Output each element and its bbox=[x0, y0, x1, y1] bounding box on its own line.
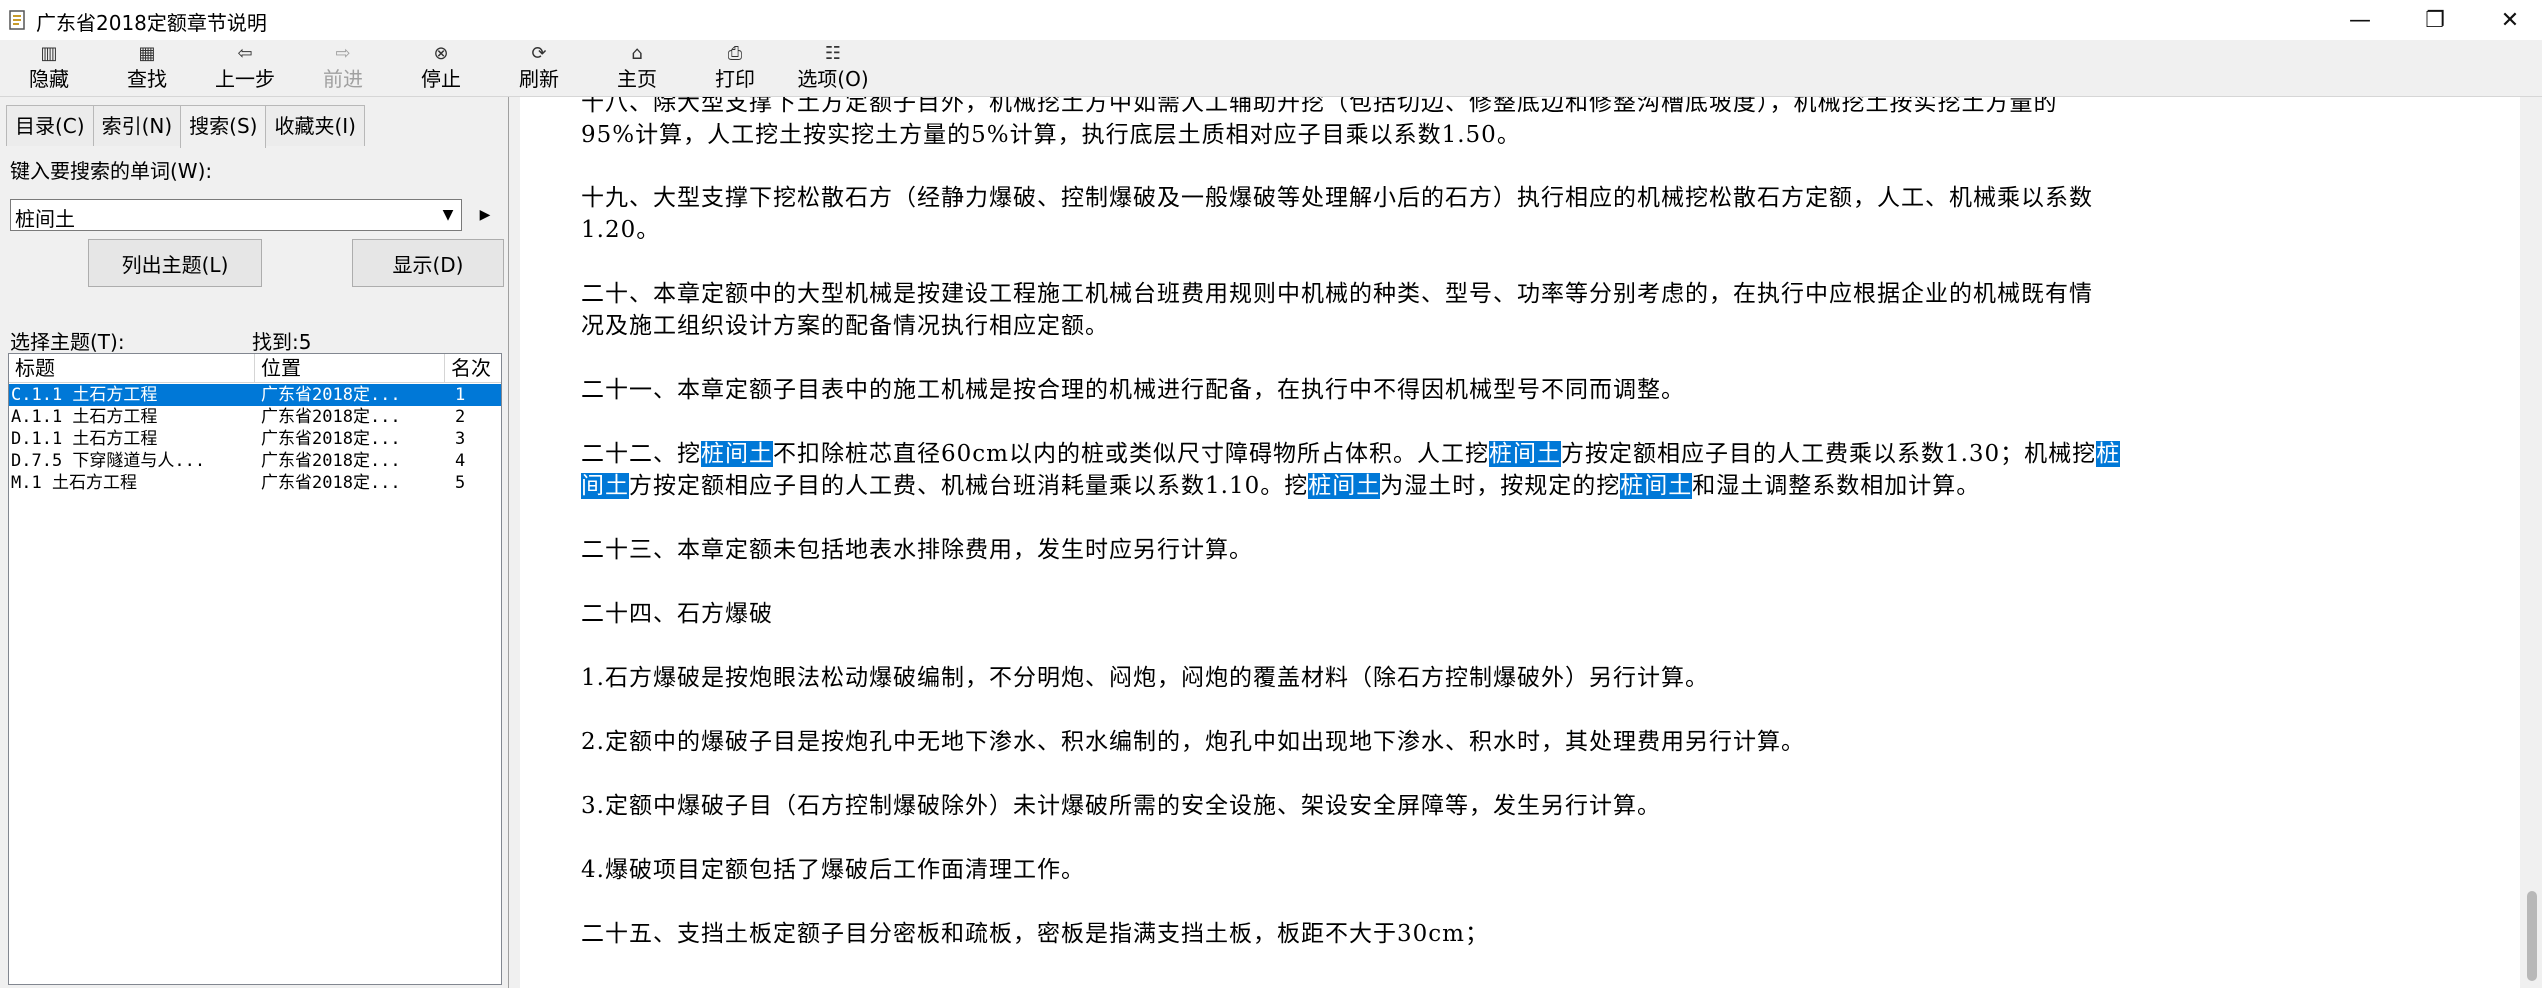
navigation-pane: 目录(C) 索引(N) 搜索(S) 收藏夹(I) 键入要搜索的单词(W): 桩间… bbox=[0, 97, 509, 988]
table-row[interactable]: M.1 土石方工程 广东省2018定... 5 bbox=[9, 472, 501, 494]
close-icon: ✕ bbox=[2500, 7, 2520, 33]
tab-index[interactable]: 索引(N) bbox=[92, 105, 182, 146]
text-segment: 方按定额相应子目的人工费乘以系数1.30；机械挖 bbox=[1560, 441, 2097, 467]
submenu-arrow-icon[interactable]: ▶ bbox=[476, 201, 494, 229]
row-location: 广东省2018定... bbox=[261, 385, 401, 405]
search-highlight: 桩间土 bbox=[1620, 473, 1693, 499]
paragraph-24: 二十四、石方爆破 bbox=[581, 601, 773, 627]
refresh-icon: ⟳ bbox=[531, 43, 547, 64]
search-highlight: 桩间土 bbox=[1308, 473, 1381, 499]
find-icon: ▦ bbox=[138, 43, 156, 64]
options-button[interactable]: ☷ 选项(O) bbox=[784, 40, 882, 96]
text-segment: 方按定额相应子目的人工费、机械台班消耗量乘以系数1.10。挖 bbox=[629, 473, 1309, 499]
paragraph-24-item-4: 4.爆破项目定额包括了爆破后工作面清理工作。 bbox=[581, 857, 1085, 883]
row-rank: 5 bbox=[455, 473, 466, 493]
back-arrow-icon: ⇦ bbox=[237, 43, 253, 64]
search-highlight: 桩间土 bbox=[701, 441, 773, 467]
paragraph-24-item-2: 2.定额中的爆破子目是按炮孔中无地下渗水、积水编制的，炮孔中如出现地下渗水、积水… bbox=[581, 729, 1805, 755]
text-segment: 和湿土调整系数相加计算。 bbox=[1692, 473, 1981, 499]
found-count: 找到:5 bbox=[252, 330, 312, 354]
paragraph-22-line-2: 间土方按定额相应子目的人工费、机械台班消耗量乘以系数1.10。挖桩间土为湿土时，… bbox=[581, 470, 2481, 502]
search-input-value: 桩间土 bbox=[15, 207, 75, 231]
paragraph-25: 二十五、支挡土板定额子目分密板和疏板，密板是指满支挡土板，板距不大于30cm； bbox=[581, 921, 1489, 947]
paragraph-18-line-2: 95%计算，人工挖土按实挖土方量的5%计算，执行底层土质相对应子目乘以系数1.5… bbox=[581, 122, 1521, 148]
stop-icon: ⊗ bbox=[433, 43, 449, 64]
scrollbar-thumb[interactable] bbox=[2527, 891, 2537, 981]
home-icon: ⌂ bbox=[631, 43, 643, 64]
row-location: 广东省2018定... bbox=[261, 407, 401, 427]
forward-arrow-icon: ⇨ bbox=[335, 43, 351, 64]
row-title: D.7.5 下穿隧道与人... bbox=[11, 451, 206, 471]
nav-tabs: 目录(C) 索引(N) 搜索(S) 收藏夹(I) bbox=[6, 105, 365, 148]
content-pane[interactable]: 十八、除大型支撑下土方定额子目外，机械挖土方中如需人工辅助开挖（包括切边、修整底… bbox=[520, 97, 2520, 988]
search-input[interactable]: 桩间土 ▼ bbox=[10, 199, 462, 231]
search-highlight: 桩间土 bbox=[1488, 441, 1561, 467]
paragraph-23: 二十三、本章定额未包括地表水排除费用，发生时应另行计算。 bbox=[581, 537, 1253, 563]
paragraph-19-line-1: 十九、大型支撑下挖松散石方（经静力爆破、控制爆破及一般爆破等处理解小后的石方）执… bbox=[581, 185, 2093, 211]
column-header-rank[interactable]: 名次 bbox=[445, 354, 501, 382]
topic-list[interactable]: 标题 位置 名次 C.1.1 土石方工程 广东省2018定... 1 A.1.1… bbox=[8, 353, 502, 985]
find-button[interactable]: ▦ 查找 bbox=[98, 40, 196, 96]
tab-contents[interactable]: 目录(C) bbox=[6, 105, 94, 146]
search-highlight: 间土 bbox=[581, 473, 629, 499]
table-row[interactable]: D.7.5 下穿隧道与人... 广东省2018定... 4 bbox=[9, 450, 501, 472]
paragraph-20-line-1: 二十、本章定额中的大型机械是按建设工程施工机械台班费用规则中机械的种类、型号、功… bbox=[581, 281, 2093, 307]
close-button[interactable]: ✕ bbox=[2470, 0, 2542, 40]
hide-icon: ▥ bbox=[40, 43, 58, 64]
tab-search[interactable]: 搜索(S) bbox=[180, 105, 267, 148]
row-title: M.1 土石方工程 bbox=[11, 473, 137, 493]
table-row[interactable]: A.1.1 土石方工程 广东省2018定... 2 bbox=[9, 406, 501, 428]
row-rank: 1 bbox=[455, 385, 466, 405]
table-row[interactable]: C.1.1 土石方工程 广东省2018定... 1 bbox=[9, 384, 501, 406]
list-header: 标题 位置 名次 bbox=[9, 354, 501, 383]
window-title: 广东省2018定额章节说明 bbox=[36, 11, 267, 35]
forward-button[interactable]: ⇨ 前进 bbox=[294, 40, 392, 96]
refresh-button[interactable]: ⟳ 刷新 bbox=[490, 40, 588, 96]
paragraph-20-line-2: 况及施工组织设计方案的配备情况执行相应定额。 bbox=[581, 313, 1109, 339]
options-icon: ☷ bbox=[824, 43, 842, 64]
display-button[interactable]: 显示(D) bbox=[352, 239, 504, 287]
app-icon bbox=[9, 10, 25, 30]
text-segment: 为湿土时，按规定的挖 bbox=[1380, 473, 1621, 499]
list-topics-button[interactable]: 列出主题(L) bbox=[88, 239, 262, 287]
text-segment: 二十二、挖 bbox=[581, 441, 701, 467]
row-title: A.1.1 土石方工程 bbox=[11, 407, 158, 427]
title-bar: 广东省2018定额章节说明 — ❐ ✕ bbox=[0, 0, 2542, 40]
table-row[interactable]: D.1.1 土石方工程 广东省2018定... 3 bbox=[9, 428, 501, 450]
tab-favorites[interactable]: 收藏夹(I) bbox=[265, 105, 365, 146]
row-rank: 3 bbox=[455, 429, 466, 449]
hide-button[interactable]: ▥ 隐藏 bbox=[0, 40, 98, 96]
paragraph-24-item-1: 1.石方爆破是按炮眼法松动爆破编制，不分明炮、闷炮，闷炮的覆盖材料（除石方控制爆… bbox=[581, 665, 1709, 691]
stop-button[interactable]: ⊗ 停止 bbox=[392, 40, 490, 96]
toolbar: ▥ 隐藏 ▦ 查找 ⇦ 上一步 ⇨ 前进 ⊗ 停止 ⟳ 刷新 ⌂ 主页 ⎙ 打印… bbox=[0, 40, 2542, 97]
row-rank: 2 bbox=[455, 407, 466, 427]
paragraph-19-line-2: 1.20。 bbox=[581, 217, 661, 243]
print-icon: ⎙ bbox=[727, 43, 743, 64]
back-button[interactable]: ⇦ 上一步 bbox=[196, 40, 294, 96]
paragraph-22-line-1: 二十二、挖桩间土不扣除桩芯直径60cm以内的桩或类似尺寸障碍物所占体积。人工挖桩… bbox=[581, 438, 2481, 470]
row-title: D.1.1 土石方工程 bbox=[11, 429, 158, 449]
text-segment: 不扣除桩芯直径60cm以内的桩或类似尺寸障碍物所占体积。人工挖 bbox=[773, 441, 1489, 467]
column-header-location[interactable]: 位置 bbox=[255, 354, 445, 382]
dropdown-arrow-icon[interactable]: ▼ bbox=[435, 200, 461, 230]
paragraph-24-item-3: 3.定额中爆破子目（石方控制爆破除外）未计爆破所需的安全设施、架设安全屏障等，发… bbox=[581, 793, 1661, 819]
paragraph-21: 二十一、本章定额子目表中的施工机械是按合理的机械进行配备，在执行中不得因机械型号… bbox=[581, 377, 1685, 403]
vertical-scrollbar[interactable] bbox=[2520, 97, 2542, 988]
minimize-icon: — bbox=[2349, 7, 2371, 33]
row-location: 广东省2018定... bbox=[261, 429, 401, 449]
restore-icon: ❐ bbox=[2425, 7, 2445, 33]
paragraph-18-line-1: 十八、除大型支撑下土方定额子目外，机械挖土方中如需人工辅助开挖（包括切边、修整底… bbox=[581, 97, 2058, 116]
print-button[interactable]: ⎙ 打印 bbox=[686, 40, 784, 96]
row-location: 广东省2018定... bbox=[261, 451, 401, 471]
search-label: 键入要搜索的单词(W): bbox=[10, 159, 213, 183]
row-title: C.1.1 土石方工程 bbox=[11, 385, 158, 405]
minimize-button[interactable]: — bbox=[2320, 0, 2400, 40]
maximize-button[interactable]: ❐ bbox=[2395, 0, 2475, 40]
column-header-title[interactable]: 标题 bbox=[9, 354, 255, 382]
search-highlight: 桩 bbox=[2096, 441, 2121, 467]
select-topic-label: 选择主题(T): bbox=[10, 330, 125, 354]
row-location: 广东省2018定... bbox=[261, 473, 401, 493]
home-button[interactable]: ⌂ 主页 bbox=[588, 40, 686, 96]
row-rank: 4 bbox=[455, 451, 466, 471]
